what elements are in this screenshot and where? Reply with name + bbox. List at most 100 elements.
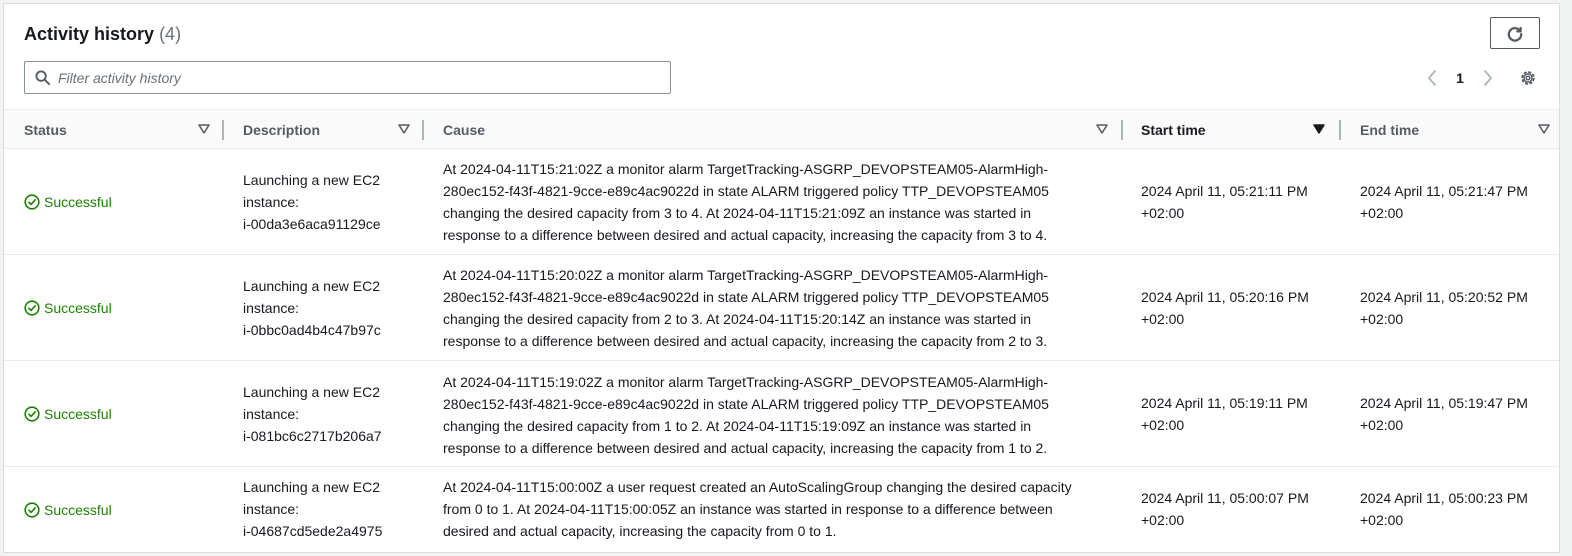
end-time-cell: 2024 April 11, 05:00:23 PM +02:00 <box>1360 487 1528 531</box>
description-line: instance: <box>243 194 300 210</box>
page-title: Activity history (4) <box>24 24 181 45</box>
cause-cell: At 2024-04-11T15:21:02Z a monitor alarm … <box>443 158 1049 246</box>
start-time-line: 2024 April 11, 05:20:16 PM <box>1141 289 1309 305</box>
search-field[interactable] <box>24 61 671 94</box>
description-line: instance: <box>243 501 300 517</box>
success-check-icon <box>24 300 40 316</box>
sort-icon <box>1096 124 1108 134</box>
description-cell: Launching a new EC2 instance: i-00da3e6a… <box>243 169 381 235</box>
cause-line: 280ec152-f43f-4821-9cce-e89c4ac9022d in … <box>443 183 1049 199</box>
instance-id: i-00da3e6aca91129ce <box>243 216 381 232</box>
cause-line: from 0 to 1. At 2024-04-11T15:00:05Z an … <box>443 501 1053 517</box>
table-row[interactable]: Successful Launching a new EC2 instance:… <box>4 361 1559 467</box>
description-cell: Launching a new EC2 instance: i-0bbc0ad4… <box>243 275 381 341</box>
next-page-button[interactable] <box>1480 66 1496 90</box>
cause-line: response to a difference between desired… <box>443 440 1048 456</box>
cause-line: At 2024-04-11T15:00:00Z a user request c… <box>443 479 1072 495</box>
refresh-button[interactable] <box>1490 17 1540 49</box>
start-time-cell: 2024 April 11, 05:21:11 PM +02:00 <box>1141 180 1308 224</box>
end-time-line: +02:00 <box>1360 205 1404 221</box>
column-divider[interactable] <box>1121 120 1123 140</box>
column-label: Description <box>243 121 321 138</box>
search-icon <box>35 70 50 85</box>
cause-line: At 2024-04-11T15:21:02Z a monitor alarm … <box>443 161 1049 177</box>
column-divider[interactable] <box>422 120 424 140</box>
start-time-line: 2024 April 11, 05:00:07 PM <box>1141 490 1309 506</box>
start-time-line: 2024 April 11, 05:21:11 PM <box>1141 183 1308 199</box>
sort-descending-icon <box>1313 124 1325 134</box>
sort-icon <box>198 124 210 134</box>
column-divider[interactable] <box>1339 120 1341 140</box>
description-line: instance: <box>243 406 300 422</box>
start-time-line: 2024 April 11, 05:19:11 PM <box>1141 395 1308 411</box>
cause-line: changing the desired capacity from 3 to … <box>443 205 1032 221</box>
table-row[interactable]: Successful Launching a new EC2 instance:… <box>4 149 1559 255</box>
sort-icon <box>1538 124 1550 134</box>
cause-line: desired and actual capacity, increasing … <box>443 523 837 539</box>
search-input[interactable] <box>58 69 648 86</box>
sort-icon <box>398 124 410 134</box>
title-text: Activity history <box>24 24 155 44</box>
success-check-icon <box>24 406 40 422</box>
gear-icon <box>1521 71 1535 85</box>
end-time-line: +02:00 <box>1360 311 1404 327</box>
table-row[interactable]: Successful Launching a new EC2 instance:… <box>4 255 1559 361</box>
status-text: Successful <box>44 502 112 518</box>
cause-line: At 2024-04-11T15:19:02Z a monitor alarm … <box>443 374 1049 390</box>
cause-line: 280ec152-f43f-4821-9cce-e89c4ac9022d in … <box>443 396 1049 412</box>
status-cell: Successful <box>24 403 112 425</box>
cause-line: At 2024-04-11T15:20:02Z a monitor alarm … <box>443 267 1049 283</box>
start-time-line: +02:00 <box>1141 311 1185 327</box>
preferences-button[interactable] <box>1518 68 1538 88</box>
end-time-line: +02:00 <box>1360 417 1404 433</box>
status-text: Successful <box>44 406 112 422</box>
cause-cell: At 2024-04-11T15:00:00Z a user request c… <box>443 476 1072 542</box>
cause-line: response to a difference between desired… <box>443 333 1048 349</box>
description-line: Launching a new EC2 <box>243 172 380 188</box>
status-cell: Successful <box>24 191 112 213</box>
start-time-line: +02:00 <box>1141 512 1185 528</box>
start-time-cell: 2024 April 11, 05:20:16 PM +02:00 <box>1141 286 1309 330</box>
table-row[interactable]: Successful Launching a new EC2 instance:… <box>4 467 1559 552</box>
previous-page-button[interactable] <box>1424 66 1440 90</box>
column-label: Cause <box>443 121 486 138</box>
column-header-end-time[interactable]: End time <box>1360 110 1555 149</box>
start-time-cell: 2024 April 11, 05:19:11 PM +02:00 <box>1141 392 1308 436</box>
success-check-icon <box>24 194 40 210</box>
end-time-line: +02:00 <box>1360 512 1404 528</box>
description-cell: Launching a new EC2 instance: i-04687cd5… <box>243 476 382 542</box>
column-header-status[interactable]: Status <box>24 110 224 149</box>
refresh-icon <box>1507 26 1523 42</box>
column-header-description[interactable]: Description <box>243 110 423 149</box>
status-cell: Successful <box>24 297 112 319</box>
current-page-number[interactable]: 1 <box>1440 70 1480 86</box>
title-count: (4) <box>159 24 182 44</box>
description-line: Launching a new EC2 <box>243 384 380 400</box>
activity-history-panel: Activity history (4) 1 <box>3 3 1560 553</box>
column-header-start-time[interactable]: Start time <box>1141 110 1341 149</box>
instance-id: i-0bbc0ad4b4c47b97c <box>243 322 381 338</box>
cause-cell: At 2024-04-11T15:20:02Z a monitor alarm … <box>443 264 1049 352</box>
instance-id: i-081bc6c2717b206a7 <box>243 428 382 444</box>
end-time-line: 2024 April 11, 05:00:23 PM <box>1360 490 1528 506</box>
status-cell: Successful <box>24 499 112 521</box>
chevron-left-icon <box>1428 70 1436 86</box>
column-label: End time <box>1360 121 1420 138</box>
end-time-cell: 2024 April 11, 05:19:47 PM +02:00 <box>1360 392 1528 436</box>
chevron-right-icon <box>1484 70 1492 86</box>
column-label: Status <box>24 121 67 138</box>
status-text: Successful <box>44 194 112 210</box>
start-time-line: +02:00 <box>1141 205 1185 221</box>
success-check-icon <box>24 502 40 518</box>
cause-line: changing the desired capacity from 1 to … <box>443 418 1032 434</box>
column-header-cause[interactable]: Cause <box>443 110 1123 149</box>
description-cell: Launching a new EC2 instance: i-081bc6c2… <box>243 381 382 447</box>
pagination: 1 <box>1424 66 1496 90</box>
column-divider[interactable] <box>222 120 224 140</box>
cause-line: 280ec152-f43f-4821-9cce-e89c4ac9022d in … <box>443 289 1049 305</box>
end-time-line: 2024 April 11, 05:21:47 PM <box>1360 183 1528 199</box>
end-time-line: 2024 April 11, 05:20:52 PM <box>1360 289 1528 305</box>
start-time-line: +02:00 <box>1141 417 1185 433</box>
end-time-cell: 2024 April 11, 05:21:47 PM +02:00 <box>1360 180 1528 224</box>
cause-line: response to a difference between desired… <box>443 227 1048 243</box>
